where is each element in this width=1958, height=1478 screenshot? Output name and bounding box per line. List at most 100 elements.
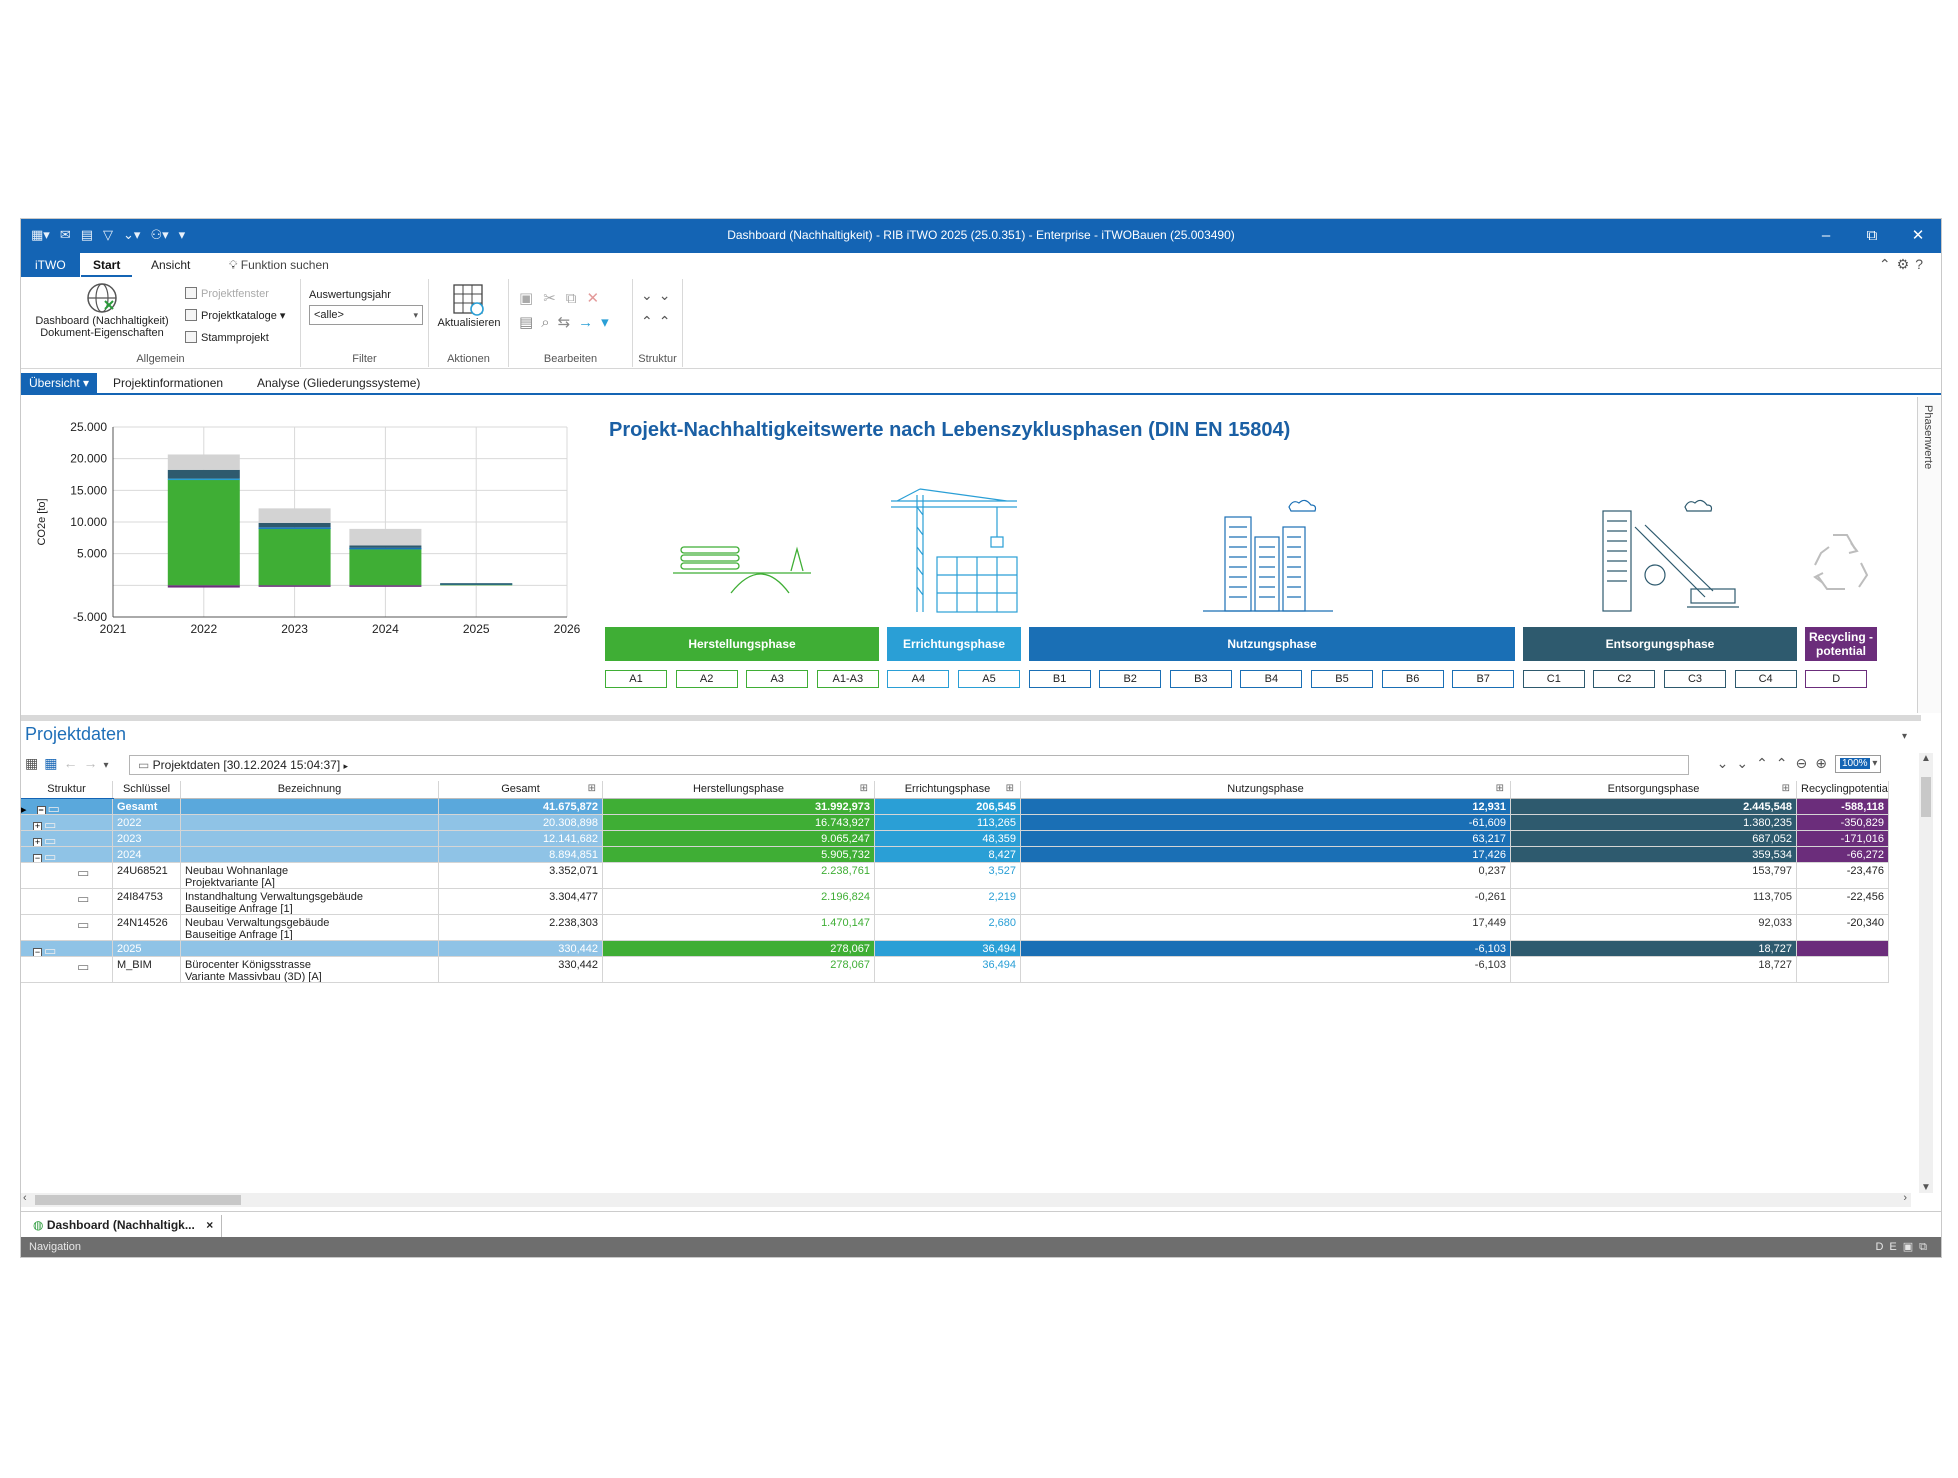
table-group-row[interactable]: + ▭ 2022 20.308,898 16.743,927 113,265 -61,609… bbox=[21, 815, 1911, 831]
projektfenster-button[interactable]: Projektfenster bbox=[185, 287, 269, 300]
expand-all-icon[interactable]: ⌄ bbox=[1717, 755, 1737, 771]
copy-icon[interactable]: ⧉ bbox=[566, 290, 587, 307]
tree-toggle-icon[interactable]: + bbox=[33, 822, 42, 830]
aktualisieren-button[interactable]: Aktualisieren bbox=[433, 283, 505, 329]
paste-special-icon[interactable]: ▤ bbox=[519, 314, 541, 331]
module-code[interactable]: C1 bbox=[1522, 670, 1585, 688]
zoom-select[interactable]: 100% ▾ bbox=[1835, 755, 1881, 773]
module-code[interactable]: B2 bbox=[1099, 670, 1162, 688]
stammprojekt-button[interactable]: Stammprojekt bbox=[185, 331, 269, 344]
collapse-ribbon-icon[interactable]: ⌃ bbox=[1879, 256, 1897, 272]
tab-itwo[interactable]: iTWO bbox=[21, 253, 80, 277]
scroll-down-icon[interactable]: ▼ bbox=[1921, 1182, 1931, 1193]
tree-toggle-icon[interactable]: − bbox=[33, 948, 42, 956]
expand-column-icon[interactable]: ⊞ bbox=[1006, 783, 1014, 794]
column-header[interactable]: Struktur bbox=[21, 781, 113, 799]
paste-icon[interactable]: ▣ bbox=[519, 290, 543, 307]
collapse-all-icon[interactable]: ⌃ bbox=[641, 313, 659, 329]
module-code[interactable]: A2 bbox=[675, 670, 738, 688]
close-button[interactable]: ✕ bbox=[1895, 219, 1941, 253]
column-header[interactable]: Nutzungsphase ⊞ bbox=[1021, 781, 1511, 799]
find-icon[interactable]: ⌕ bbox=[541, 314, 557, 331]
goto-icon[interactable]: →▾ bbox=[578, 314, 617, 331]
path-arrow-icon[interactable]: ▸ bbox=[344, 761, 349, 771]
expand-all-icon[interactable]: ⌄ bbox=[641, 287, 659, 303]
tab-ansicht[interactable]: Ansicht bbox=[139, 253, 202, 277]
expand-column-icon[interactable]: ⊞ bbox=[588, 783, 596, 794]
table-row[interactable]: ▭ 24U68521 Neubau Wohnanlage Projektvarian… bbox=[21, 863, 1911, 889]
table-group-row[interactable]: − ▭ 2025 330,442 278,067 36,494 -6,103 18,727 bbox=[21, 941, 1911, 957]
tree-view-icon[interactable]: ▦ bbox=[44, 755, 63, 771]
function-search[interactable]: 💡︎ Funktion suchen bbox=[217, 253, 341, 277]
column-header[interactable]: Gesamt ⊞ bbox=[439, 781, 603, 799]
tab-analyse[interactable]: Analyse (Gliederungssysteme) bbox=[249, 373, 428, 394]
module-code[interactable]: A1 bbox=[605, 670, 667, 688]
module-code[interactable]: B5 bbox=[1311, 670, 1373, 688]
vertical-scroll-thumb[interactable] bbox=[1921, 777, 1931, 817]
side-tab-phasenwerte[interactable]: Phasenwerte bbox=[1917, 397, 1941, 713]
tab-projektinformationen[interactable]: Projektinformationen bbox=[105, 373, 231, 394]
column-header[interactable]: Bezeichnung bbox=[181, 781, 439, 799]
tab-uebersicht[interactable]: Übersicht ▾ bbox=[21, 373, 98, 394]
module-code[interactable]: B1 bbox=[1028, 670, 1091, 688]
table-row[interactable]: ▭ 24I84753 Instandhaltung Verwaltungsgebäu… bbox=[21, 889, 1911, 915]
column-header[interactable]: Errichtungsphase ⊞ bbox=[875, 781, 1021, 799]
column-header[interactable]: Herstellungsphase ⊞ bbox=[603, 781, 875, 799]
tree-toggle-icon[interactable]: − bbox=[36, 806, 46, 814]
tab-start[interactable]: Start bbox=[81, 253, 133, 277]
module-code[interactable]: A4 bbox=[887, 670, 950, 688]
gear-icon[interactable]: ⚙ bbox=[1897, 256, 1916, 272]
column-header[interactable]: Schlüssel bbox=[113, 781, 181, 799]
back-icon[interactable]: ← bbox=[63, 755, 83, 771]
module-code[interactable]: C2 bbox=[1593, 670, 1656, 688]
restore-button[interactable]: ⧉ bbox=[1849, 219, 1895, 253]
close-tab-icon[interactable]: × bbox=[206, 1218, 213, 1232]
scroll-left-icon[interactable]: ‹ bbox=[23, 1192, 27, 1204]
vertical-scrollbar[interactable]: ▲ ▼ bbox=[1919, 753, 1933, 1193]
table-group-row[interactable]: + ▭ 2023 12.141,682 9.065,247 48,359 63,217 687… bbox=[21, 831, 1911, 847]
auswertungsjahr-select[interactable]: <alle> ▾ bbox=[309, 305, 423, 325]
scroll-right-icon[interactable]: › bbox=[1903, 1192, 1907, 1204]
tree-toggle-icon[interactable]: − bbox=[33, 854, 42, 862]
history-dropdown-icon[interactable]: ▾ bbox=[103, 760, 114, 771]
module-code[interactable]: A5 bbox=[958, 670, 1020, 688]
zoom-in-icon[interactable]: ⊕ bbox=[1815, 755, 1835, 771]
panel-separator[interactable] bbox=[21, 715, 1921, 721]
module-code[interactable]: A1-A3 bbox=[816, 670, 879, 688]
navigation-label[interactable]: Navigation bbox=[29, 1241, 81, 1253]
table-row[interactable]: ▭ 24N14526 Neubau Verwaltungsgebäude Bause… bbox=[21, 915, 1911, 941]
module-code[interactable]: D bbox=[1805, 670, 1868, 688]
expand-icon[interactable]: ⌄ bbox=[1736, 755, 1756, 771]
expand-icon[interactable]: ⌄ bbox=[659, 287, 677, 303]
dashboard-properties-button[interactable]: Dashboard (Nachhaltigkeit) Dokument-Eige… bbox=[27, 281, 177, 339]
collapse-icon[interactable]: ⌃ bbox=[659, 313, 677, 329]
module-code[interactable]: B4 bbox=[1240, 670, 1303, 688]
table-view-icon[interactable]: ▦ bbox=[25, 755, 44, 771]
panel-menu-icon[interactable]: ▾ bbox=[1902, 731, 1907, 742]
minimize-button[interactable]: ‒ bbox=[1803, 219, 1849, 253]
forward-icon[interactable]: → bbox=[83, 755, 103, 771]
horizontal-scroll-thumb[interactable] bbox=[35, 1195, 241, 1205]
layout-icon[interactable]: ▣ bbox=[1903, 1241, 1919, 1253]
module-code[interactable]: B7 bbox=[1452, 670, 1515, 688]
module-code[interactable]: C3 bbox=[1664, 670, 1726, 688]
column-header[interactable]: Entsorgungsphase ⊞ bbox=[1511, 781, 1797, 799]
window-icon[interactable]: ⧉ bbox=[1919, 1241, 1933, 1253]
collapse-icon[interactable]: ⌃ bbox=[1776, 755, 1796, 771]
tree-toggle-icon[interactable]: + bbox=[33, 838, 42, 846]
collapse-all-icon[interactable]: ⌃ bbox=[1756, 755, 1776, 771]
table-row[interactable]: ▭ M_BIM Bürocenter Königsstrasse Variante … bbox=[21, 957, 1911, 983]
expand-column-icon[interactable]: ⊞ bbox=[860, 783, 868, 794]
expand-column-icon[interactable]: ⊞ bbox=[1496, 783, 1504, 794]
module-code[interactable]: B6 bbox=[1381, 670, 1444, 688]
zoom-out-icon[interactable]: ⊖ bbox=[1796, 755, 1816, 771]
scroll-up-icon[interactable]: ▲ bbox=[1921, 753, 1931, 764]
path-breadcrumb[interactable]: ▭ Projektdaten [30.12.2024 15:04:37] ▸ bbox=[129, 755, 1689, 775]
help-icon[interactable]: ? bbox=[1915, 256, 1929, 272]
delete-icon[interactable]: ✕ bbox=[586, 290, 609, 307]
doc-tab-dashboard[interactable]: ◍ Dashboard (Nachhaltigk... × bbox=[25, 1215, 223, 1237]
expand-column-icon[interactable]: ⊞ bbox=[1782, 783, 1790, 794]
table-group-row[interactable]: ▸ − ▭ Gesamt 41.675,872 31.992,973 206,545 12,9… bbox=[21, 798, 1911, 816]
horizontal-scrollbar[interactable]: ‹ › bbox=[21, 1192, 1911, 1207]
module-code[interactable]: B3 bbox=[1169, 670, 1232, 688]
